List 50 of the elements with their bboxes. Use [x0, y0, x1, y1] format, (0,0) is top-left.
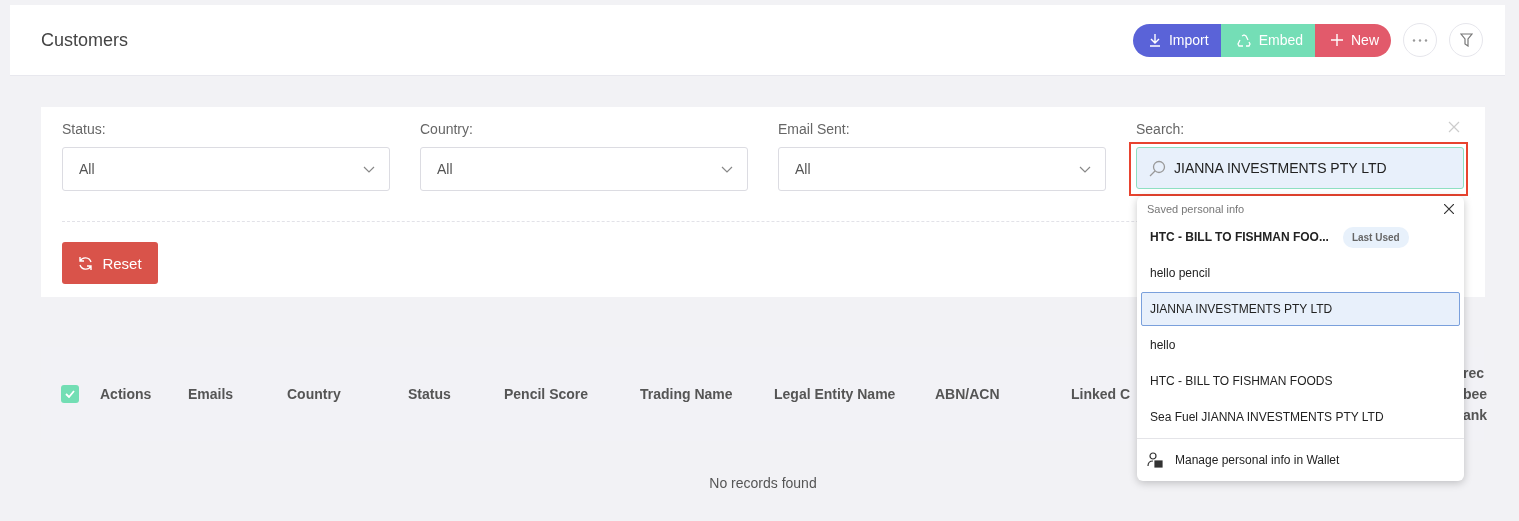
filter-button[interactable] — [1449, 23, 1483, 57]
filter-select[interactable]: All — [420, 147, 748, 191]
new-button[interactable]: New — [1315, 23, 1391, 57]
chevron-down-icon — [363, 165, 375, 173]
filter-select[interactable]: All — [778, 147, 1106, 191]
autofill-item[interactable]: HTC - BILL TO FISHMAN FOO... Last Used — [1141, 220, 1460, 254]
search-icon — [1149, 159, 1166, 177]
filter-select[interactable]: All — [62, 147, 390, 191]
column-header: Legal Entity Name — [774, 384, 897, 404]
search-field[interactable]: JIANNA INVESTMENTS PTY LTD — [1136, 147, 1464, 189]
person-card-icon — [1147, 452, 1163, 468]
filter-label: Country: — [420, 121, 474, 137]
import-button[interactable]: Import — [1132, 23, 1221, 57]
download-icon — [1148, 33, 1161, 47]
search-label: Search: — [1136, 121, 1185, 137]
column-header: Actions — [100, 384, 153, 404]
autofill-item[interactable]: Sea Fuel JIANNA INVESTMENTS PTY LTD — [1141, 400, 1460, 434]
plus-icon — [1331, 34, 1343, 46]
more-button[interactable] — [1403, 23, 1437, 57]
autofill-item[interactable]: hello — [1141, 328, 1460, 362]
column-header: Linked C — [1071, 384, 1132, 404]
column-header: Country — [287, 384, 342, 404]
dropdown-title: Saved personal info — [1147, 203, 1245, 215]
column-header: bee — [1463, 384, 1489, 404]
recycle-icon — [1236, 33, 1251, 47]
autofill-item[interactable]: HTC - BILL TO FISHMAN FOODS — [1141, 364, 1460, 398]
chevron-down-icon — [721, 165, 733, 173]
ellipsis-icon — [1412, 38, 1428, 42]
column-header: Status — [408, 384, 452, 404]
filter-label: Email Sent: — [778, 121, 851, 137]
chevron-down-icon — [1079, 165, 1091, 173]
filter-label: Status: — [62, 121, 107, 137]
manage-wallet-link[interactable]: Manage personal info in Wallet — [1175, 453, 1340, 467]
empty-message: No records found — [709, 475, 817, 491]
column-header: ABN/ACN — [935, 384, 1001, 404]
last-used-badge: Last Used — [1342, 226, 1409, 248]
autofill-item[interactable]: JIANNA INVESTMENTS PTY LTD — [1141, 292, 1460, 326]
funnel-icon — [1459, 33, 1473, 47]
autofill-item[interactable]: hello pencil — [1141, 256, 1460, 290]
reset-button[interactable]: Reset — [62, 242, 158, 284]
column-header: Emails — [188, 384, 235, 404]
refresh-icon — [78, 255, 94, 271]
checkmark-icon — [65, 390, 75, 398]
column-header: ank — [1463, 405, 1489, 425]
column-header: Trading Name — [640, 384, 734, 404]
column-header: rec — [1463, 363, 1486, 383]
close-icon[interactable] — [1444, 204, 1454, 214]
select-all-checkbox[interactable] — [61, 385, 79, 403]
column-header: Pencil Score — [504, 384, 590, 404]
page-title: Customers — [41, 29, 129, 51]
